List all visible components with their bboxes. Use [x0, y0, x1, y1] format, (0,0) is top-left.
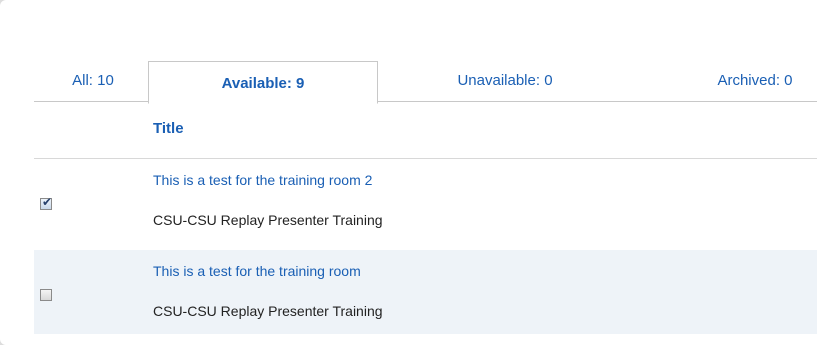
- checkmark-icon: ✔: [41, 195, 53, 209]
- recording-title-link[interactable]: This is a test for the training room 2: [153, 172, 372, 188]
- tab-unavailable[interactable]: Unavailable: 0: [420, 61, 590, 101]
- column-header-title[interactable]: Title: [153, 120, 184, 137]
- recordings-panel: All: 10 Available: 9 Unavailable: 0 Arch…: [0, 0, 817, 345]
- status-tabs: All: 10 Available: 9 Unavailable: 0 Arch…: [0, 61, 817, 104]
- table-row[interactable]: This is a test for the training room CSU…: [34, 250, 817, 334]
- recording-folder: CSU-CSU Replay Presenter Training: [153, 303, 383, 319]
- recording-title-link[interactable]: This is a test for the training room: [153, 263, 361, 279]
- table-header: Title: [34, 102, 817, 159]
- table-row[interactable]: ✔ This is a test for the training room 2…: [34, 159, 817, 243]
- tab-archived[interactable]: Archived: 0: [690, 61, 817, 101]
- row-checkbox[interactable]: ✔: [40, 195, 53, 210]
- tab-available[interactable]: Available: 9: [148, 61, 378, 104]
- row-checkbox[interactable]: [40, 289, 52, 301]
- tab-all[interactable]: All: 10: [48, 61, 138, 101]
- recording-folder: CSU-CSU Replay Presenter Training: [153, 212, 383, 228]
